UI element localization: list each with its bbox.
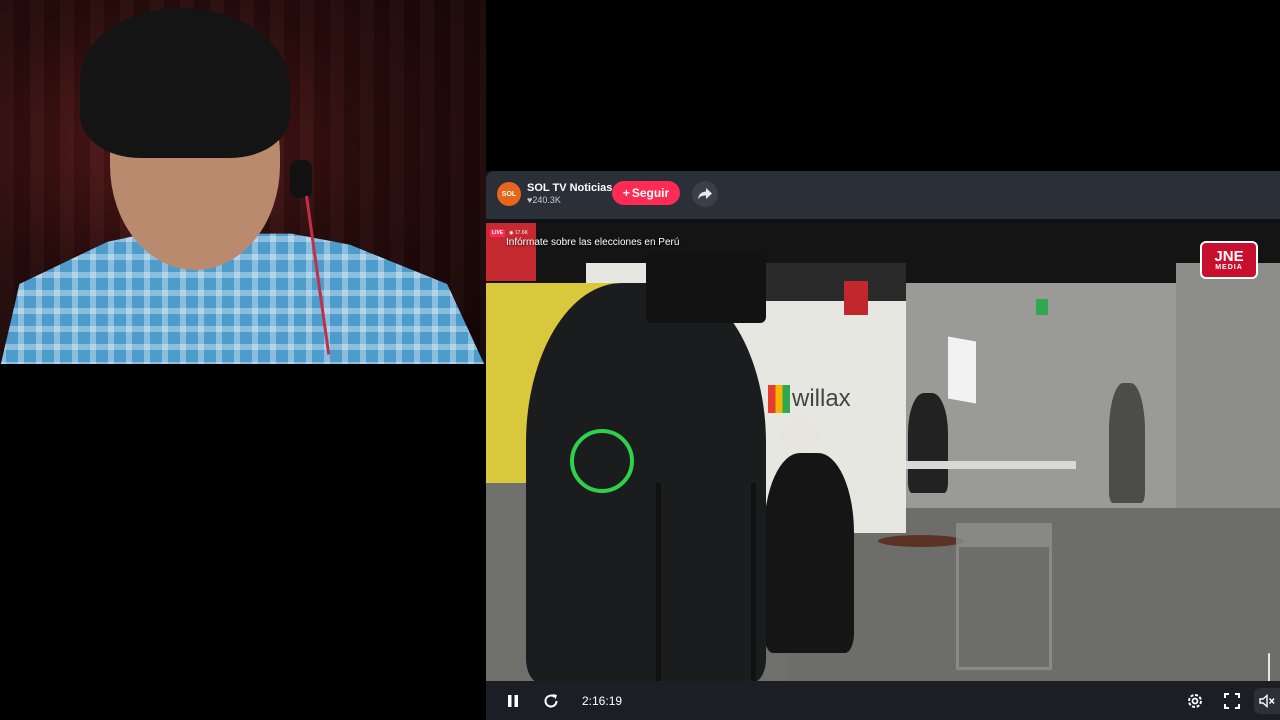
booth-brand-mark (768, 385, 790, 413)
webcam-feed (0, 0, 486, 364)
scene-video-camera (646, 253, 766, 323)
player-controls: 2:16:19 (486, 681, 1280, 720)
player-header: SOL SOL TV Noticias ♥240.3K + Seguir (486, 171, 1280, 219)
viewer-count-value: 17.6K (514, 230, 528, 236)
follow-button[interactable]: + Seguir (612, 181, 680, 205)
video-frame[interactable]: willax LIVE ◉ 17.6K Infórmate sobre las … (486, 223, 1280, 681)
headset (290, 160, 312, 198)
scene-booth-banner (756, 263, 906, 301)
settings-icon (1188, 694, 1202, 708)
plus-icon: + (622, 186, 630, 200)
scene-table (906, 461, 1076, 469)
channel-name[interactable]: SOL TV Noticias (527, 182, 612, 194)
mute-icon (1259, 694, 1275, 708)
channel-likes: ♥240.3K (527, 195, 561, 205)
scene-person-standing-right (1109, 383, 1145, 503)
scene-cap (782, 421, 818, 449)
time-display: 2:16:19 (582, 694, 623, 708)
live-indicator: LIVE ◉ 17.6K (490, 229, 528, 237)
scene-tripod (656, 483, 756, 681)
mute-button[interactable] (1254, 688, 1280, 714)
volume-slider[interactable] (1267, 653, 1271, 681)
scene-person-standing-left (908, 393, 948, 493)
booth-brand-text: willax (792, 385, 851, 412)
viewer-count: ◉ 17.6K (509, 230, 528, 236)
pause-button[interactable] (500, 688, 526, 714)
fullscreen-icon (1224, 693, 1240, 709)
scene-chair (956, 523, 1052, 670)
scene-red-sign (844, 281, 868, 315)
pause-icon (508, 695, 518, 707)
follow-label: Seguir (631, 186, 670, 200)
scene-green-cable (570, 429, 634, 493)
settings-button[interactable] (1182, 688, 1208, 714)
share-button[interactable] (692, 181, 718, 207)
scene-person-kneeling (764, 453, 854, 653)
fullscreen-button[interactable] (1219, 688, 1245, 714)
share-icon (698, 188, 712, 200)
scene-softbox-light (948, 336, 976, 404)
scene-round-table (878, 535, 964, 547)
channel-avatar-text: SOL (501, 190, 517, 198)
live-badge: LIVE (490, 229, 506, 237)
volume-track[interactable] (1268, 653, 1270, 681)
jne-logo-small: MEDIA (1215, 264, 1243, 271)
scene-exit-sign (1036, 299, 1048, 315)
stream-title: Infórmate sobre las elecciones en Perú (506, 237, 680, 248)
replay-button[interactable] (538, 688, 564, 714)
jne-logo-big: JNE (1214, 248, 1244, 265)
likes-count: 240.3K (532, 195, 561, 205)
channel-avatar[interactable]: SOL (497, 182, 521, 206)
replay-icon (544, 694, 558, 708)
scene-right-wall (1176, 263, 1280, 513)
eye-icon: ◉ (509, 230, 514, 236)
jne-media-logo: JNE MEDIA (1200, 241, 1258, 279)
live-player: SOL SOL TV Noticias ♥240.3K + Seguir wil… (486, 171, 1280, 720)
